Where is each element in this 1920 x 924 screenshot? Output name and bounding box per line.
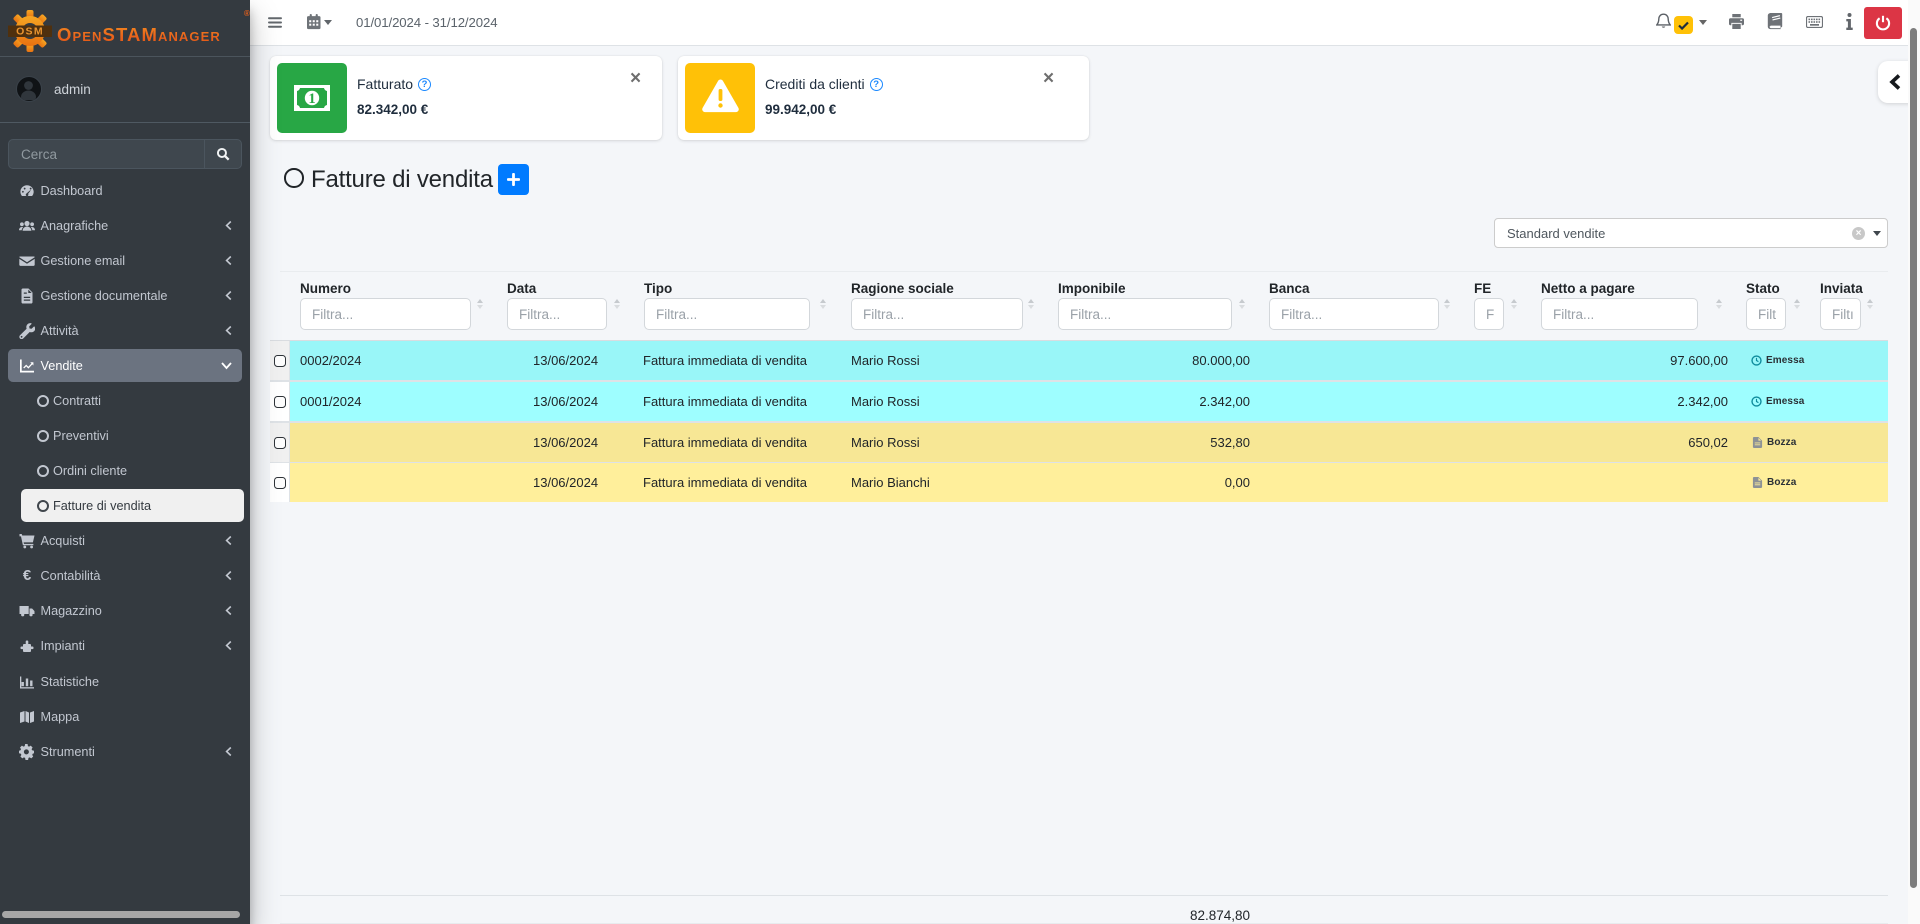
svg-text:OSM: OSM [16,25,44,37]
svg-text:1: 1 [308,91,315,107]
